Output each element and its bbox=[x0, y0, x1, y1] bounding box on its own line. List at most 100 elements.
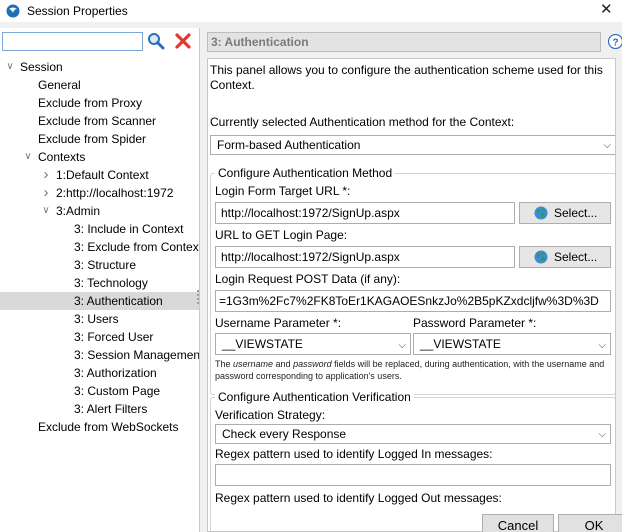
chevron-down-icon: ⌵ bbox=[398, 340, 406, 351]
auth-method-label: Currently selected Authentication method… bbox=[210, 115, 515, 129]
tree-item[interactable]: Exclude from WebSockets bbox=[0, 418, 199, 436]
tree-item[interactable]: 3: Authorization bbox=[0, 364, 199, 382]
tree-item-label: 3: Custom Page bbox=[74, 384, 161, 398]
tree-item[interactable]: Exclude from Proxy bbox=[0, 94, 199, 112]
title-bar: Session Properties ✕ bbox=[0, 0, 622, 22]
zap-logo-icon bbox=[6, 4, 20, 18]
splitter-handle[interactable] bbox=[197, 290, 200, 306]
tree-item-label: Exclude from Scanner bbox=[38, 114, 157, 128]
select-login-url-label: Select... bbox=[554, 206, 598, 220]
panel-title: 3: Authentication bbox=[207, 32, 601, 52]
tree-item[interactable]: 3: Forced User bbox=[0, 328, 199, 346]
cancel-button[interactable]: Cancel bbox=[482, 514, 554, 532]
tree-item-label: Exclude from Proxy bbox=[38, 96, 143, 110]
globe-icon bbox=[534, 250, 548, 264]
configure-method-group: Configure Authentication Method Login Fo… bbox=[210, 166, 615, 395]
tree-item[interactable]: ∨ Contexts bbox=[0, 148, 199, 166]
login-url-field[interactable]: http://localhost:1972/SignUp.aspx bbox=[215, 202, 515, 224]
tree-item[interactable]: 3: Custom Page bbox=[0, 382, 199, 400]
clear-icon[interactable] bbox=[174, 32, 192, 50]
intro-text: This panel allows you to configure the a… bbox=[210, 63, 603, 92]
tree-item[interactable]: General bbox=[0, 76, 199, 94]
tree-item[interactable]: 3: Session Management bbox=[0, 346, 199, 364]
username-param-label: Username Parameter *: bbox=[215, 316, 342, 330]
tree-item-label: 3: Include in Context bbox=[74, 222, 184, 236]
chevron-down-icon: ⌵ bbox=[603, 140, 611, 151]
auth-method-select[interactable]: Form-based Authentication ⌵ bbox=[210, 135, 615, 155]
strategy-label: Verification Strategy: bbox=[215, 408, 326, 422]
window-title: Session Properties bbox=[27, 4, 128, 18]
tree-item-label: 3: Forced User bbox=[74, 330, 154, 344]
tree-item-label: Session bbox=[20, 60, 63, 74]
tree-item[interactable]: 3: Users bbox=[0, 310, 199, 328]
close-icon[interactable]: ✕ bbox=[600, 2, 613, 18]
tree-item[interactable]: Exclude from Spider bbox=[0, 130, 199, 148]
tree-item-label: General bbox=[38, 78, 81, 92]
tree-item[interactable]: ∨ Session bbox=[0, 58, 199, 76]
search-input[interactable] bbox=[2, 32, 143, 51]
tree-item-label: 3: Exclude from Context bbox=[74, 240, 199, 254]
chevron-down-icon[interactable]: ∨ bbox=[22, 148, 34, 166]
username-param-value: __VIEWSTATE bbox=[222, 337, 303, 351]
tree-item-label: 2:http://localhost:1972 bbox=[56, 186, 174, 200]
tree-item-label: 1:Default Context bbox=[56, 168, 149, 182]
help-icon[interactable]: ? bbox=[608, 34, 622, 49]
authentication-panel: 3: Authentication ? This panel allows yo… bbox=[201, 28, 622, 532]
select-get-url-label: Select... bbox=[554, 250, 598, 264]
tree-item[interactable]: 3: Technology bbox=[0, 274, 199, 292]
tree-item-label: 3: Alert Filters bbox=[74, 402, 148, 416]
fields-note: The username and password fields will be… bbox=[215, 359, 605, 381]
configure-verification-title: Configure Authentication Verification bbox=[215, 390, 414, 404]
strategy-value: Check every Response bbox=[222, 427, 347, 441]
chevron-down-icon: ⌵ bbox=[598, 340, 606, 351]
password-param-label: Password Parameter *: bbox=[413, 316, 537, 330]
username-param-select[interactable]: __VIEWSTATE ⌵ bbox=[215, 333, 411, 355]
tree-item-label: 3: Structure bbox=[74, 258, 137, 272]
globe-icon bbox=[534, 206, 548, 220]
tree-item-label: 3:Admin bbox=[56, 204, 101, 218]
logged-out-label: Regex pattern used to identify Logged Ou… bbox=[215, 491, 502, 505]
chevron-right-icon[interactable]: › bbox=[40, 166, 52, 184]
tree-item[interactable]: Exclude from Scanner bbox=[0, 112, 199, 130]
configure-verification-group: Configure Authentication Verification Ve… bbox=[210, 390, 615, 531]
tree-item[interactable]: 3: Structure bbox=[0, 256, 199, 274]
post-data-field[interactable]: =1G3m%2Fc7%2FK8ToEr1KAGAOESnkzJo%2B5pKZx… bbox=[215, 290, 611, 312]
tree-item-label: 3: Users bbox=[74, 312, 119, 326]
post-data-label: Login Request POST Data (if any): bbox=[215, 272, 401, 286]
tree-item[interactable]: › 2:http://localhost:1972 bbox=[0, 184, 199, 202]
tree-item-label: 3: Authentication bbox=[74, 294, 163, 308]
tree-item-label: 3: Authorization bbox=[74, 366, 157, 380]
select-login-url-button[interactable]: Select... bbox=[519, 202, 611, 224]
tree-item[interactable]: › 1:Default Context bbox=[0, 166, 199, 184]
logged-in-label: Regex pattern used to identify Logged In… bbox=[215, 447, 493, 461]
tree-item[interactable]: 3: Authentication bbox=[0, 292, 199, 310]
chevron-right-icon[interactable]: › bbox=[40, 184, 52, 202]
chevron-down-icon: ⌵ bbox=[598, 429, 606, 440]
tree-item[interactable]: ∨ 3:Admin bbox=[0, 202, 199, 220]
password-param-select[interactable]: __VIEWSTATE ⌵ bbox=[413, 333, 611, 355]
tree-pane: ∨ Session General Exclude from Proxy Exclude… bbox=[0, 28, 200, 532]
strategy-select[interactable]: Check every Response ⌵ bbox=[215, 424, 611, 444]
configure-method-title: Configure Authentication Method bbox=[215, 166, 396, 180]
tree-item-label: Contexts bbox=[38, 150, 86, 164]
tree-item-label: Exclude from WebSockets bbox=[38, 420, 179, 434]
tree-item-label: 3: Technology bbox=[74, 276, 148, 290]
svg-text:?: ? bbox=[612, 38, 618, 49]
panel-content: This panel allows you to configure the a… bbox=[207, 58, 616, 532]
auth-method-value: Form-based Authentication bbox=[217, 138, 361, 152]
tree-item[interactable]: 3: Alert Filters bbox=[0, 400, 199, 418]
tree-item-label: 3: Session Management bbox=[74, 348, 199, 362]
tree-item[interactable]: 3: Include in Context bbox=[0, 220, 199, 238]
tree-item[interactable]: 3: Exclude from Context bbox=[0, 238, 199, 256]
password-param-value: __VIEWSTATE bbox=[420, 337, 501, 351]
select-get-url-button[interactable]: Select... bbox=[519, 246, 611, 268]
chevron-down-icon[interactable]: ∨ bbox=[4, 58, 16, 76]
get-url-label: URL to GET Login Page: bbox=[215, 228, 348, 242]
chevron-down-icon[interactable]: ∨ bbox=[40, 202, 52, 220]
get-url-field[interactable]: http://localhost:1972/SignUp.aspx bbox=[215, 246, 515, 268]
logged-in-regex-field[interactable] bbox=[215, 464, 611, 486]
tree-item-label: Exclude from Spider bbox=[38, 132, 147, 146]
ok-button[interactable]: OK bbox=[558, 514, 622, 532]
search-icon[interactable] bbox=[147, 32, 165, 50]
login-url-label: Login Form Target URL *: bbox=[215, 184, 351, 198]
